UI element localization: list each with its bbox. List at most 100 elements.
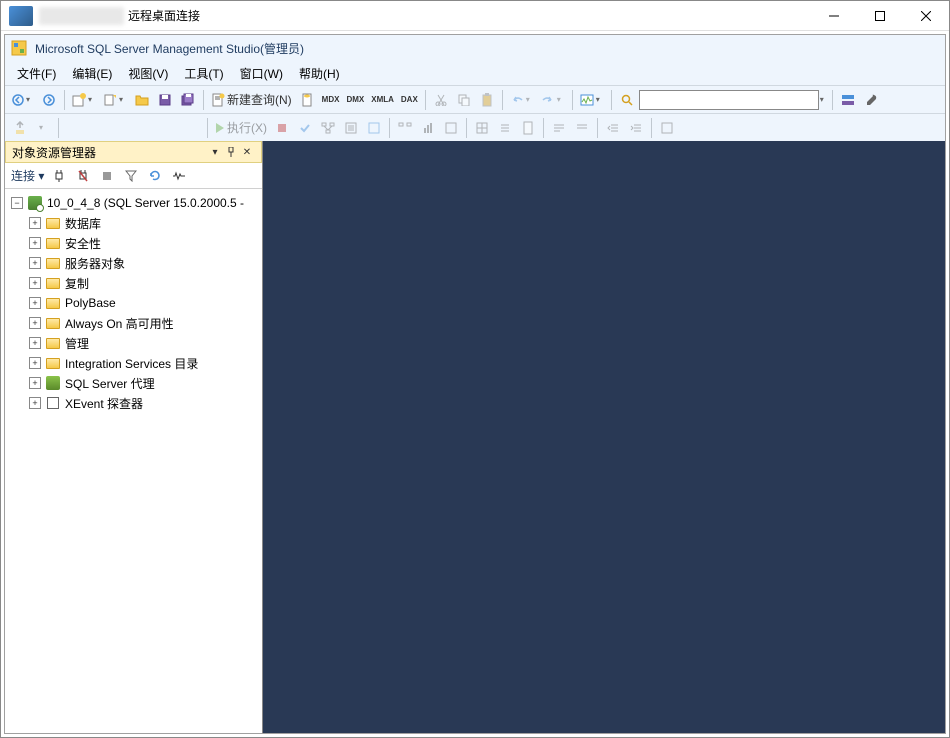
expander-plus-icon[interactable]: + <box>29 337 41 349</box>
results-text-button[interactable] <box>494 117 516 139</box>
include-stats-button[interactable] <box>417 117 439 139</box>
dax-query-button[interactable]: DAX <box>398 89 421 111</box>
tree-node-0[interactable]: +数据库 <box>7 213 260 233</box>
tree-node-7[interactable]: + Integration Services 目录 <box>7 353 260 373</box>
expander-plus-icon[interactable]: + <box>29 237 41 249</box>
rdp-host-blurred <box>39 7 124 25</box>
tree-node-5[interactable]: +Always On 高可用性 <box>7 313 260 333</box>
cancel-query-button[interactable] <box>271 117 293 139</box>
menu-tools[interactable]: 工具(T) <box>176 63 231 84</box>
new-project-button[interactable]: ▾ <box>69 89 99 111</box>
menu-window[interactable]: 窗口(W) <box>232 63 291 84</box>
menu-file[interactable]: 文件(F) <box>9 63 64 84</box>
quick-launch-input[interactable] <box>639 90 819 110</box>
expander-plus-icon[interactable]: + <box>29 217 41 229</box>
stop-small-icon <box>102 171 112 181</box>
expander-plus-icon[interactable]: + <box>29 317 41 329</box>
tree-item-label: 复制 <box>65 275 89 292</box>
expander-plus-icon[interactable]: + <box>29 277 41 289</box>
new-query-button[interactable]: 新建查询(N) <box>208 89 295 111</box>
expander-plus-icon[interactable]: + <box>29 357 41 369</box>
folder-icon <box>46 258 60 269</box>
expander-plus-icon[interactable]: + <box>29 257 41 269</box>
save-button[interactable] <box>154 89 176 111</box>
results-file-button[interactable] <box>517 117 539 139</box>
expander-plus-icon[interactable]: + <box>29 397 41 409</box>
open-button[interactable] <box>131 89 153 111</box>
activity-monitor-button[interactable]: ▾ <box>577 89 607 111</box>
refresh-button[interactable] <box>146 167 164 185</box>
quick-launch-dropdown[interactable]: ▾ <box>820 95 828 104</box>
database-engine-query-button[interactable] <box>296 89 318 111</box>
tree-node-8[interactable]: +SQL Server 代理 <box>7 373 260 393</box>
specify-values-button[interactable] <box>656 117 678 139</box>
tree-node-2[interactable]: +服务器对象 <box>7 253 260 273</box>
activity-button[interactable] <box>170 167 188 185</box>
specify-values-icon <box>661 122 673 134</box>
dax-icon: DAX <box>401 95 418 104</box>
tree-node-6[interactable]: +管理 <box>7 333 260 353</box>
save-all-button[interactable] <box>177 89 199 111</box>
change-connection-icon <box>14 121 26 135</box>
execute-button[interactable]: 执行(X) <box>212 117 270 139</box>
expander-plus-icon[interactable]: + <box>29 297 41 309</box>
minimize-button[interactable] <box>811 1 857 31</box>
properties-button[interactable] <box>860 89 882 111</box>
filter-icon <box>125 170 137 182</box>
database-combo[interactable] <box>63 117 203 139</box>
stop-button[interactable] <box>98 167 116 185</box>
tree-root-server[interactable]: − 10_0_4_8 (SQL Server 15.0.2000.5 - <box>7 193 260 213</box>
dmx-query-button[interactable]: DMX <box>343 89 367 111</box>
available-databases-dropdown[interactable]: ▾ <box>32 117 54 139</box>
panel-close-button[interactable]: ✕ <box>239 144 255 160</box>
cut-button[interactable] <box>430 89 452 111</box>
folder-icon <box>46 278 60 289</box>
filter-button[interactable] <box>122 167 140 185</box>
parse-button[interactable] <box>294 117 316 139</box>
menu-edit[interactable]: 编辑(E) <box>64 63 120 84</box>
mdx-query-button[interactable]: MDX <box>319 89 343 111</box>
change-connection-button[interactable] <box>9 117 31 139</box>
nav-forward-button[interactable] <box>38 89 60 111</box>
connect-dropdown[interactable]: 连接 ▾ <box>11 167 44 184</box>
paste-button[interactable] <box>476 89 498 111</box>
new-item-button[interactable]: ▾ <box>100 89 130 111</box>
new-query-label: 新建查询(N) <box>227 91 292 108</box>
menu-view[interactable]: 视图(V) <box>120 63 176 84</box>
results-grid-button[interactable] <box>471 117 493 139</box>
uncomment-button[interactable] <box>571 117 593 139</box>
xmla-query-button[interactable]: XMLA <box>368 89 397 111</box>
tree-node-3[interactable]: + 复制 <box>7 273 260 293</box>
panel-pin-button[interactable] <box>223 144 239 160</box>
close-button[interactable] <box>903 1 949 31</box>
increase-indent-button[interactable] <box>625 117 647 139</box>
nav-back-button[interactable]: ▾ <box>9 89 37 111</box>
tree-node-1[interactable]: +安全性 <box>7 233 260 253</box>
tree-node-4[interactable]: +PolyBase <box>7 293 260 313</box>
connect-button[interactable] <box>50 167 68 185</box>
open-folder-icon <box>135 94 149 106</box>
execution-plan-icon <box>321 122 335 134</box>
server-icon <box>27 196 43 210</box>
registered-servers-button[interactable] <box>837 89 859 111</box>
expander-minus-icon[interactable]: − <box>11 197 23 209</box>
redo-icon <box>541 95 555 105</box>
intellisense-button[interactable] <box>363 117 385 139</box>
tree-item-label: Integration Services 目录 <box>65 355 198 372</box>
redo-button[interactable]: ▾ <box>538 89 568 111</box>
copy-button[interactable] <box>453 89 475 111</box>
menu-help[interactable]: 帮助(H) <box>291 63 348 84</box>
query-options-button[interactable] <box>340 117 362 139</box>
decrease-indent-button[interactable] <box>602 117 624 139</box>
comment-button[interactable] <box>548 117 570 139</box>
disconnect-button[interactable] <box>74 167 92 185</box>
live-stats-button[interactable] <box>440 117 462 139</box>
display-plan-button[interactable] <box>317 117 339 139</box>
maximize-button[interactable] <box>857 1 903 31</box>
tree-node-9[interactable]: +XEvent 探查器 <box>7 393 260 413</box>
expander-plus-icon[interactable]: + <box>29 377 41 389</box>
undo-button[interactable]: ▾ <box>507 89 537 111</box>
include-plan-button[interactable] <box>394 117 416 139</box>
panel-dropdown-button[interactable]: ▾ <box>207 144 223 160</box>
find-button[interactable] <box>616 89 638 111</box>
